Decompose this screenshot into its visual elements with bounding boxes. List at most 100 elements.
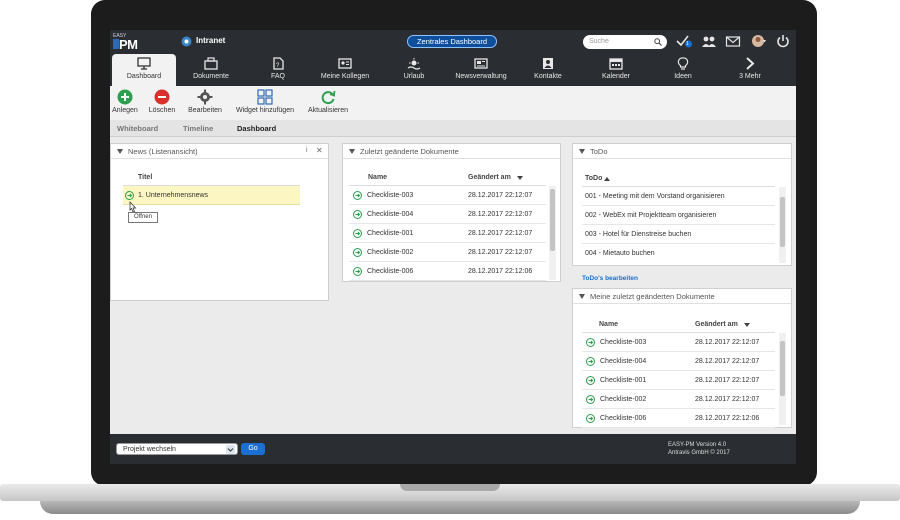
- table-row[interactable]: Checkliste-003 28.12.2017 22:12:07: [349, 186, 546, 205]
- easy-pm-logo[interactable]: EASY PM: [113, 33, 147, 52]
- nav-item-contacts[interactable]: Kontakte: [528, 54, 568, 86]
- collapse-icon[interactable]: [117, 149, 123, 154]
- edit-label: Bearbeiten: [188, 107, 222, 114]
- collapse-icon[interactable]: [349, 149, 355, 154]
- nav-item-vacation[interactable]: Urlaub: [394, 54, 434, 86]
- view-tabs: Whiteboard Timeline Dashboard: [110, 120, 796, 137]
- list-item[interactable]: 004 - Mietauto buchen: [582, 244, 775, 263]
- refresh-button[interactable]: Aktualisieren: [306, 89, 350, 114]
- table-row[interactable]: Checkliste-001 28.12.2017 22:12:07: [349, 224, 546, 243]
- add-button[interactable]: Anlegen: [112, 89, 138, 114]
- nav-item-ideas[interactable]: Ideen: [666, 54, 700, 86]
- tab-whiteboard[interactable]: Whiteboard: [117, 124, 158, 133]
- go-arrow-icon[interactable]: [125, 191, 134, 200]
- footer-bar: Projekt wechseln Go EASY-PM Version 4.0 …: [110, 434, 796, 464]
- tab-dashboard[interactable]: Dashboard: [237, 124, 276, 133]
- scrollbar[interactable]: [779, 333, 786, 425]
- document-name: Checkliste-006: [600, 415, 647, 422]
- list-item[interactable]: 003 - Hotel für Dienstreise buchen: [582, 225, 775, 244]
- nav-item-faq[interactable]: ? FAQ: [253, 54, 303, 86]
- info-icon[interactable]: i: [306, 147, 308, 154]
- project-select-value: Projekt wechseln: [123, 446, 176, 453]
- sort-desc-icon[interactable]: [517, 176, 523, 180]
- document-name: Checkliste-001: [600, 377, 647, 384]
- project-select[interactable]: Projekt wechseln: [116, 443, 238, 455]
- todo-item: 002 - WebEx mit Projektteam organisieren: [585, 212, 717, 219]
- column-name[interactable]: Name: [368, 174, 387, 181]
- edit-button[interactable]: Bearbeiten: [188, 89, 222, 114]
- table-row[interactable]: Checkliste-006 28.12.2017 22:12:06: [349, 262, 546, 281]
- scrollbar[interactable]: [549, 186, 556, 280]
- add-widget-button[interactable]: Widget hinzufügen: [234, 89, 296, 114]
- central-dashboard-button[interactable]: Zentrales Dashboard: [407, 35, 497, 48]
- nav-item-dashboard[interactable]: Dashboard: [112, 54, 176, 86]
- nav-item-documents[interactable]: Dokumente: [182, 54, 240, 86]
- version-info: EASY-PM Version 4.0 Antravis GmbH © 2017: [668, 441, 730, 457]
- collapse-icon[interactable]: [579, 294, 585, 299]
- todo-widget-header[interactable]: ToDo: [573, 144, 791, 159]
- news-column-title[interactable]: Titel: [138, 174, 152, 181]
- column-changed-at[interactable]: Geändert am: [695, 321, 738, 328]
- go-arrow-icon[interactable]: [586, 414, 595, 423]
- go-arrow-icon[interactable]: [353, 210, 362, 219]
- delete-button[interactable]: Löschen: [148, 89, 176, 114]
- faq-icon: ?: [273, 57, 284, 70]
- mail-icon[interactable]: [725, 34, 741, 48]
- nav-item-calendar[interactable]: Kalender: [596, 54, 636, 86]
- table-row[interactable]: Checkliste-001 28.12.2017 22:12:07: [582, 371, 775, 390]
- sort-desc-icon[interactable]: [744, 323, 750, 327]
- tab-timeline[interactable]: Timeline: [183, 124, 213, 133]
- go-arrow-icon[interactable]: [353, 229, 362, 238]
- table-row[interactable]: Checkliste-004 28.12.2017 22:12:07: [349, 205, 546, 224]
- chevron-down-icon[interactable]: [226, 445, 235, 454]
- team-icon[interactable]: [701, 34, 717, 48]
- scrollbar-thumb[interactable]: [780, 197, 785, 247]
- nav-item-more[interactable]: 3 Mehr: [732, 54, 768, 86]
- main-navigation: Dashboard Dokumente ? FAQ Meine Kollegen…: [110, 52, 796, 86]
- go-arrow-icon[interactable]: [586, 338, 595, 347]
- go-arrow-icon[interactable]: [353, 191, 362, 200]
- search-input[interactable]: Suche: [583, 35, 667, 49]
- scrollbar[interactable]: [779, 187, 786, 263]
- todo-edit-link[interactable]: ToDo's bearbeiten: [582, 275, 638, 282]
- copyright-text: Antravis GmbH © 2017: [668, 450, 730, 456]
- go-arrow-icon[interactable]: [586, 376, 595, 385]
- sort-asc-icon[interactable]: [604, 177, 610, 181]
- go-arrow-icon[interactable]: [353, 267, 362, 276]
- table-row[interactable]: Checkliste-003 28.12.2017 22:12:07: [582, 333, 775, 352]
- recent-documents-header[interactable]: Zuletzt geänderte Dokumente: [343, 144, 560, 159]
- scrollbar-thumb[interactable]: [780, 341, 785, 396]
- scrollbar-thumb[interactable]: [550, 189, 555, 251]
- search-icon[interactable]: [654, 38, 662, 46]
- todo-item: 001 - Meeting mit dem Vorstand organisie…: [585, 193, 725, 200]
- column-changed-at[interactable]: Geändert am: [468, 174, 511, 181]
- nav-item-colleagues[interactable]: Meine Kollegen: [314, 54, 376, 86]
- go-arrow-icon[interactable]: [353, 248, 362, 257]
- close-icon[interactable]: ✕: [316, 146, 323, 155]
- go-button[interactable]: Go: [241, 443, 265, 455]
- news-list-item[interactable]: 1. Unternehmensnews: [123, 186, 300, 205]
- list-item[interactable]: 002 - WebEx mit Projektteam organisieren: [582, 206, 775, 225]
- go-arrow-icon[interactable]: [586, 395, 595, 404]
- open-tooltip: Öffnen: [128, 212, 158, 223]
- todo-widget: ToDo ToDo 001 - Meeting mit dem Vorstand…: [572, 143, 792, 282]
- avatar[interactable]: [751, 34, 767, 48]
- intranet-label[interactable]: Intranet: [196, 36, 225, 45]
- go-arrow-icon[interactable]: [586, 357, 595, 366]
- my-documents-widget: Meine zuletzt geänderten Dokumente Name …: [572, 288, 792, 428]
- nav-item-news[interactable]: Newsverwaltung: [448, 54, 514, 86]
- column-name[interactable]: Name: [599, 321, 618, 328]
- list-item[interactable]: 001 - Meeting mit dem Vorstand organisie…: [582, 187, 775, 206]
- table-row[interactable]: Checkliste-002 28.12.2017 22:12:07: [582, 390, 775, 409]
- collapse-icon[interactable]: [579, 149, 585, 154]
- news-widget-header[interactable]: News (Listenansicht) i ✕: [111, 144, 328, 159]
- my-documents-header[interactable]: Meine zuletzt geänderten Dokumente: [573, 289, 791, 304]
- table-row[interactable]: Checkliste-002 28.12.2017 22:12:07: [349, 243, 546, 262]
- tasks-check-icon[interactable]: [676, 34, 692, 48]
- power-icon[interactable]: [775, 34, 791, 48]
- todo-column[interactable]: ToDo: [585, 175, 602, 182]
- table-row[interactable]: Checkliste-004 28.12.2017 22:12:07: [582, 352, 775, 371]
- document-date: 28.12.2017 22:12:07: [468, 192, 533, 199]
- document-name: Checkliste-003: [600, 339, 647, 346]
- table-row[interactable]: Checkliste-006 28.12.2017 22:12:06: [582, 409, 775, 428]
